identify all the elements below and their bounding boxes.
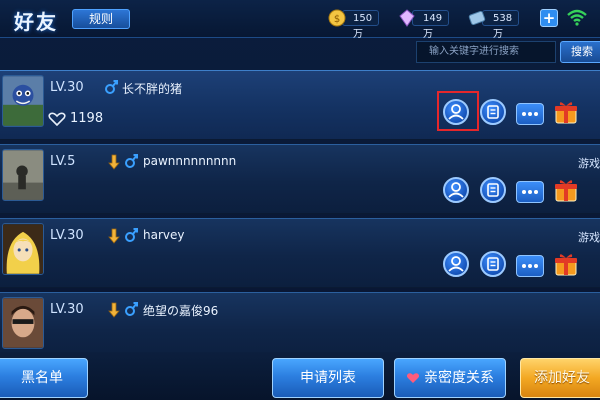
heart-icon	[48, 112, 66, 126]
ticket-icon	[468, 10, 486, 26]
gift-icon[interactable]	[553, 251, 579, 277]
search-row: 输入关键字进行搜索 搜索	[0, 38, 600, 68]
level-label: LV.30	[50, 228, 84, 243]
person-add-icon	[448, 182, 464, 198]
friends-screen: 好友 规则 150万 $ 149万 538万 + 输入关键字进行搜索 搜索 LV…	[0, 0, 600, 400]
rules-tab[interactable]: 规则	[72, 9, 130, 29]
search-button[interactable]: 搜索	[560, 41, 600, 63]
ticket-value: 538万	[482, 10, 520, 40]
status-label: 游戏	[578, 157, 600, 170]
diamond-value: 149万	[412, 10, 450, 40]
gift-icon[interactable]	[553, 99, 579, 125]
card-icon	[487, 183, 499, 197]
friend-name: 长不胖的猪	[122, 82, 183, 96]
profile-button[interactable]	[480, 99, 506, 125]
intimacy-button[interactable]: 亲密度关系	[394, 358, 506, 398]
card-icon	[487, 105, 499, 119]
page-title: 好友	[14, 10, 58, 34]
rank-arrow-icon	[108, 302, 120, 318]
team-invite-button[interactable]	[443, 177, 469, 203]
male-icon	[105, 80, 118, 94]
top-bar: 好友 规则 150万 $ 149万 538万 +	[0, 0, 600, 40]
card-icon	[487, 257, 499, 271]
wifi-icon	[567, 9, 587, 26]
level-label: LV.30	[50, 302, 84, 317]
male-icon	[125, 302, 138, 316]
avatar	[2, 297, 44, 349]
gift-icon[interactable]	[553, 177, 579, 203]
chat-button[interactable]	[516, 181, 544, 203]
friend-name: harvey	[143, 228, 185, 242]
intimacy-label: 亲密度关系	[424, 370, 494, 386]
person-add-icon	[448, 256, 464, 272]
blacklist-button[interactable]: 黑名单	[0, 358, 88, 398]
avatar	[2, 75, 44, 127]
level-label: LV.5	[50, 154, 76, 169]
chat-icon	[522, 190, 538, 194]
likes-count: 1198	[70, 111, 104, 126]
friend-name: pawnnnnnnnnn	[143, 154, 237, 168]
svg-text:$: $	[334, 14, 340, 25]
rank-arrow-icon	[108, 154, 120, 170]
friend-name: 绝望の嘉俊96	[143, 304, 219, 318]
diamond-icon	[399, 9, 415, 27]
level-label: LV.30	[50, 80, 84, 95]
add-friend-button[interactable]: 添加好友	[520, 358, 600, 398]
chat-icon	[522, 264, 538, 268]
avatar	[2, 149, 44, 201]
team-invite-button[interactable]	[443, 251, 469, 277]
gold-coin-icon: $	[328, 9, 346, 27]
highlight-box	[437, 91, 479, 131]
chat-icon	[522, 112, 538, 116]
profile-button[interactable]	[480, 177, 506, 203]
friend-row[interactable]: LV.5 pawnnnnnnnnn 游戏	[0, 144, 600, 214]
bottom-bar: 黑名单 申请列表 亲密度关系 添加好友	[0, 352, 600, 400]
gold-value: 150万	[342, 10, 380, 40]
friend-row[interactable]: LV.30 长不胖的猪 1198	[0, 70, 600, 140]
search-input[interactable]: 输入关键字进行搜索	[416, 41, 556, 63]
chat-button[interactable]	[516, 255, 544, 277]
avatar	[2, 223, 44, 275]
add-currency-button[interactable]: +	[540, 9, 558, 27]
friend-row[interactable]: LV.30 harvey 游戏	[0, 218, 600, 288]
profile-button[interactable]	[480, 251, 506, 277]
rank-arrow-icon	[108, 228, 120, 244]
requests-button[interactable]: 申请列表	[272, 358, 384, 398]
status-label: 游戏	[578, 231, 600, 244]
heart-icon	[406, 373, 420, 383]
male-icon	[125, 154, 138, 168]
chat-button[interactable]	[516, 103, 544, 125]
male-icon	[125, 228, 138, 242]
